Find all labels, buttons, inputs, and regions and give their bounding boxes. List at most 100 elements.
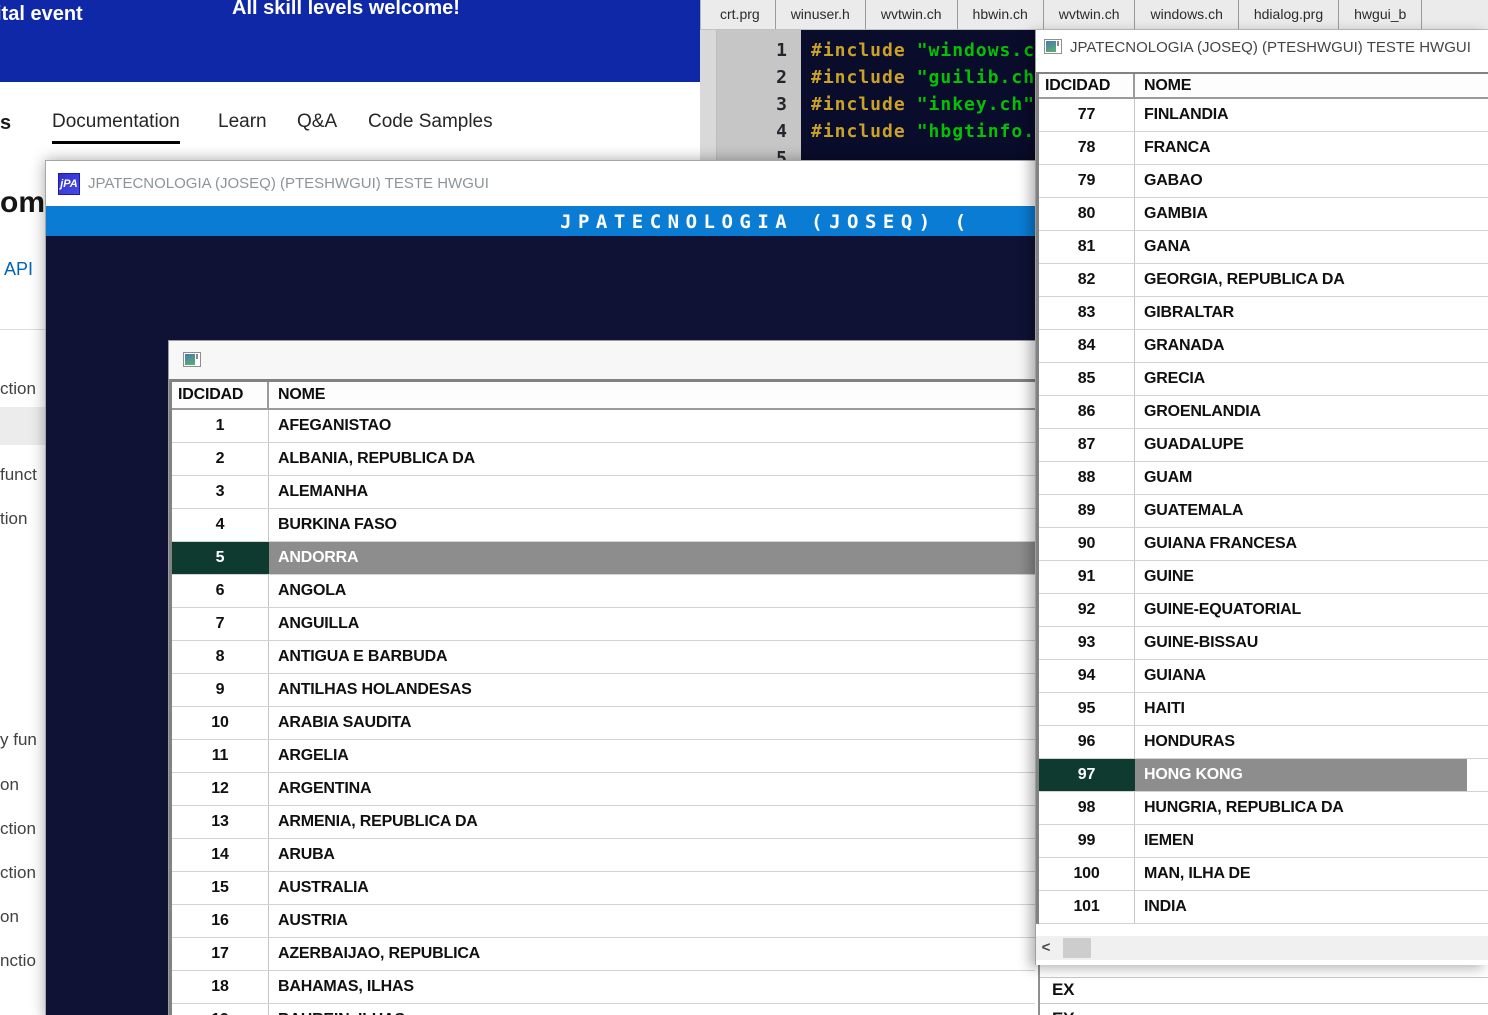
table-row[interactable]: 12 ARGENTINA bbox=[172, 773, 1044, 806]
nav-code-samples[interactable]: Code Samples bbox=[368, 111, 493, 134]
table-row[interactable]: 4 BURKINA FASO bbox=[172, 509, 1044, 542]
table-row[interactable]: 13 ARMENIA, REPUBLICA DA bbox=[172, 806, 1044, 839]
table-row[interactable]: 84 GRANADA bbox=[1039, 330, 1488, 363]
horizontal-scrollbar[interactable]: < bbox=[1036, 936, 1488, 960]
table-row[interactable]: 99 IEMEN bbox=[1039, 825, 1488, 858]
table-row[interactable]: 14 ARUBA bbox=[172, 839, 1044, 872]
cell-nome: GRECIA bbox=[1144, 370, 1206, 387]
editor-tab-windows-ch[interactable]: windows.ch bbox=[1135, 0, 1239, 29]
link-fragment[interactable]: ction bbox=[0, 379, 36, 399]
cell-nome: BURKINA FASO bbox=[278, 516, 397, 533]
table-row[interactable]: 80 GAMBIA bbox=[1039, 198, 1488, 231]
table-row[interactable]: 88 GUAM bbox=[1039, 462, 1488, 495]
table-row[interactable]: 8 ANTIGUA E BARBUDA bbox=[172, 641, 1044, 674]
link-fragment[interactable]: tion bbox=[0, 509, 27, 529]
cell-id: 77 bbox=[1039, 99, 1135, 131]
cell-id: 12 bbox=[172, 773, 269, 805]
link-fragment[interactable]: nctio bbox=[0, 951, 36, 971]
api-link[interactable]: API bbox=[4, 259, 33, 280]
table-row[interactable]: 17 AZERBAIJAO, REPUBLICA bbox=[172, 938, 1044, 971]
table-row[interactable]: 89 GUATEMALA bbox=[1039, 495, 1488, 528]
table-row[interactable]: 77 FINLANDIA bbox=[1039, 99, 1488, 132]
table-row[interactable]: 93 GUINE-BISSAU bbox=[1039, 627, 1488, 660]
link-fragment[interactable]: on bbox=[0, 907, 19, 927]
table-row[interactable]: 15 AUSTRALIA bbox=[172, 872, 1044, 905]
cell-pad bbox=[1467, 792, 1488, 824]
window-icon[interactable] bbox=[1044, 39, 1062, 54]
table-row[interactable]: EY bbox=[1052, 1009, 1074, 1015]
table-row[interactable]: 9 ANTILHAS HOLANDESAS bbox=[172, 674, 1044, 707]
table-row[interactable]: 96 HONDURAS bbox=[1039, 726, 1488, 759]
window-icon[interactable] bbox=[183, 352, 201, 367]
link-fragment[interactable]: y fun bbox=[0, 730, 37, 750]
cell-id: 5 bbox=[172, 542, 269, 574]
table-row[interactable]: 6 ANGOLA bbox=[172, 575, 1044, 608]
editor-tab-wvtwin-ch[interactable]: wvtwin.ch bbox=[866, 0, 958, 29]
cell-nome: GEORGIA, REPUBLICA DA bbox=[1144, 271, 1345, 288]
editor-tab-hdialog-prg[interactable]: hdialog.prg bbox=[1239, 0, 1340, 29]
editor-tab-winuser-h[interactable]: winuser.h bbox=[776, 0, 866, 29]
table-row[interactable]: 7 ANGUILLA bbox=[172, 608, 1044, 641]
table-row[interactable]: 94 GUIANA bbox=[1039, 660, 1488, 693]
cell-id: 85 bbox=[1039, 363, 1135, 395]
table-row[interactable]: 91 GUINE bbox=[1039, 561, 1488, 594]
table-row[interactable]: 2 ALBANIA, REPUBLICA DA bbox=[172, 443, 1044, 476]
cell-id: 79 bbox=[1039, 165, 1135, 197]
nav-documentation[interactable]: Documentation bbox=[52, 111, 180, 144]
table-row[interactable]: 95 HAITI bbox=[1039, 693, 1488, 726]
main-title-bar[interactable]: jPA JPATECNOLOGIA (JOSEQ) (PTESHWGUI) TE… bbox=[46, 161, 1044, 206]
table-row[interactable]: 100 MAN, ILHA DE bbox=[1039, 858, 1488, 891]
editor-tab-wvtwin-ch-2[interactable]: wvtwin.ch bbox=[1044, 0, 1136, 29]
cell-id: 4 bbox=[172, 509, 269, 541]
cell-nome: GUINE-EQUATORIAL bbox=[1144, 601, 1302, 618]
cell-id: 92 bbox=[1039, 594, 1135, 626]
table-row[interactable]: 82 GEORGIA, REPUBLICA DA bbox=[1039, 264, 1488, 297]
cell-id: 7 bbox=[172, 608, 269, 640]
editor-tab-crt-prg[interactable]: crt.prg bbox=[701, 0, 776, 29]
table-row[interactable]: 83 GIBRALTAR bbox=[1039, 297, 1488, 330]
table-header-row: IDCIDAD NOME bbox=[172, 382, 1044, 410]
scroll-left-arrow[interactable]: < bbox=[1036, 936, 1056, 960]
table-row[interactable]: 87 GUADALUPE bbox=[1039, 429, 1488, 462]
jpa-app-icon[interactable]: jPA bbox=[58, 173, 80, 195]
table-row-selected[interactable]: 5 ANDORRA bbox=[172, 542, 1044, 575]
table-row[interactable]: 85 GRECIA bbox=[1039, 363, 1488, 396]
table-header-row: IDCIDAD NOME bbox=[1039, 74, 1488, 99]
cell-nome: FINLANDIA bbox=[1144, 106, 1229, 123]
link-fragment[interactable]: funct bbox=[0, 465, 37, 485]
scrollbar-thumb[interactable] bbox=[1063, 938, 1091, 958]
table-row[interactable]: 10 ARABIA SAUDITA bbox=[172, 707, 1044, 740]
table-row[interactable]: 18 BAHAMAS, ILHAS bbox=[172, 971, 1044, 1004]
table-row[interactable]: 98 HUNGRIA, REPUBLICA DA bbox=[1039, 792, 1488, 825]
spacer bbox=[1036, 64, 1488, 72]
table-row[interactable]: EX bbox=[1052, 980, 1074, 1000]
table-row[interactable]: 78 FRANCA bbox=[1039, 132, 1488, 165]
cell-pad bbox=[1467, 693, 1488, 725]
cell-id: 19 bbox=[172, 1004, 269, 1015]
table-row[interactable]: 79 GABAO bbox=[1039, 165, 1488, 198]
table-row[interactable]: 16 AUSTRIA bbox=[172, 905, 1044, 938]
table-row[interactable]: 92 GUINE-EQUATORIAL bbox=[1039, 594, 1488, 627]
table-row[interactable]: 3 ALEMANHA bbox=[172, 476, 1044, 509]
link-fragment[interactable]: ction bbox=[0, 819, 36, 839]
nav-qa[interactable]: Q&A bbox=[297, 111, 337, 134]
table-row[interactable]: 90 GUIANA FRANCESA bbox=[1039, 528, 1488, 561]
table-row[interactable]: 86 GROENLANDIA bbox=[1039, 396, 1488, 429]
link-fragment[interactable]: ction bbox=[0, 863, 36, 883]
browse-title-bar[interactable] bbox=[169, 341, 1044, 379]
table-row[interactable]: 11 ARGELIA bbox=[172, 740, 1044, 773]
country-table-right: IDCIDAD NOME 77 FINLANDIA 78 FRANCA 79 GABA… bbox=[1036, 72, 1488, 924]
table-row[interactable]: 81 GANA bbox=[1039, 231, 1488, 264]
link-fragment[interactable]: on bbox=[0, 775, 19, 795]
table-row[interactable]: 1 AFEGANISTAO bbox=[172, 410, 1044, 443]
editor-tab-hbwin-ch[interactable]: hbwin.ch bbox=[958, 0, 1044, 29]
nav-learn[interactable]: Learn bbox=[218, 111, 267, 134]
table-row[interactable]: 101 INDIA bbox=[1039, 891, 1488, 924]
editor-tab-bar: crt.prg winuser.h wvtwin.ch hbwin.ch wvt… bbox=[700, 0, 1488, 30]
cell-id: 15 bbox=[172, 872, 269, 904]
editor-tab-hwgui-b[interactable]: hwgui_b bbox=[1339, 0, 1423, 29]
table-row[interactable]: 19BAHREIN, ILHAS bbox=[172, 1004, 1044, 1015]
right-title-bar[interactable]: JPATECNOLOGIA (JOSEQ) (PTESHWGUI) TESTE … bbox=[1036, 30, 1488, 64]
table-row-selected[interactable]: 97 HONG KONG bbox=[1039, 759, 1488, 792]
console-header-bar: JPATECNOLOGIA (JOSEQ) ( bbox=[46, 206, 1044, 236]
